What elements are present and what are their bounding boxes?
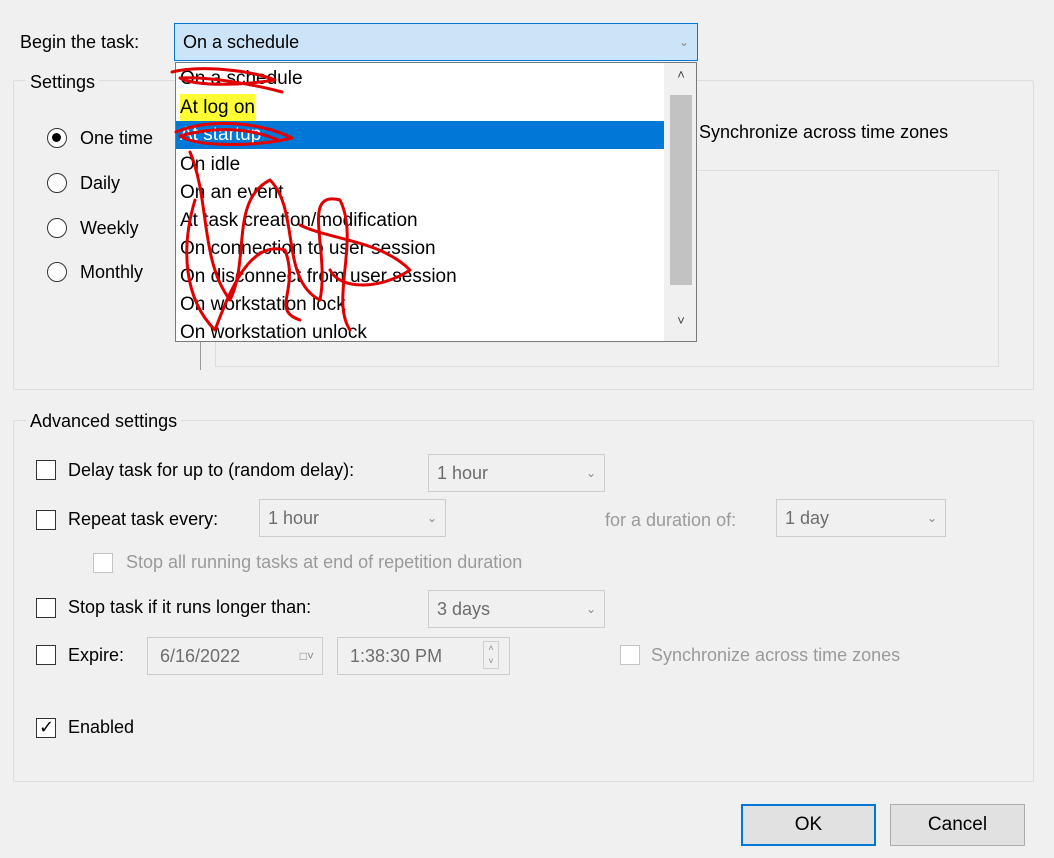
- enabled-checkbox[interactable]: ✓: [36, 717, 56, 738]
- radio-monthly[interactable]: [47, 262, 67, 282]
- sync-time-zones-label: Synchronize across time zones: [699, 122, 949, 142]
- scroll-down-icon[interactable]: ˅: [665, 313, 696, 328]
- stop-longer-select[interactable]: 3 days ⌄: [428, 590, 605, 628]
- delay-checkbox[interactable]: [36, 460, 56, 480]
- radio-one-time[interactable]: [47, 128, 67, 148]
- expire-sync-label: Synchronize across time zones: [651, 645, 901, 665]
- checkmark-icon: ✓: [39, 717, 55, 737]
- delay-label: Delay task for up to (random delay):: [68, 460, 355, 480]
- dropdown-option[interactable]: On workstation lock: [180, 291, 346, 319]
- dropdown-option[interactable]: On workstation unlock: [180, 319, 367, 341]
- calendar-icon: □˅: [299, 649, 314, 663]
- repeat-value: 1 hour: [268, 508, 320, 528]
- expire-checkbox[interactable]: [36, 645, 56, 665]
- chevron-down-icon: ⌄: [678, 35, 689, 49]
- dropdown-option-highlighted[interactable]: At log on: [180, 94, 255, 122]
- chevron-down-icon: ⌄: [426, 511, 437, 525]
- dropdown-scrollbar[interactable]: ˄ ˅: [664, 63, 696, 341]
- begin-task-dropdown-list[interactable]: On a schedule At log on At startup On id…: [175, 62, 697, 342]
- radio-daily[interactable]: [47, 173, 67, 193]
- enabled-label: Enabled: [68, 717, 135, 737]
- stop-all-label: Stop all running tasks at end of repetit…: [126, 552, 523, 572]
- dropdown-option-selected[interactable]: At startup: [176, 121, 666, 149]
- dropdown-option[interactable]: On an event: [180, 179, 284, 207]
- dropdown-option[interactable]: On disconnect from user session: [180, 263, 457, 291]
- chevron-down-icon: ⌄: [585, 602, 596, 616]
- cancel-button[interactable]: Cancel: [890, 804, 1025, 846]
- stop-longer-value: 3 days: [437, 599, 491, 619]
- delay-select[interactable]: 1 hour ⌄: [428, 454, 605, 492]
- stop-longer-checkbox[interactable]: [36, 598, 56, 618]
- expire-label: Expire:: [68, 645, 125, 665]
- scrollbar-thumb[interactable]: [670, 95, 692, 285]
- radio-one-time-label: One time: [80, 128, 154, 148]
- delay-value: 1 hour: [437, 463, 489, 483]
- advanced-settings-title: Advanced settings: [26, 409, 182, 433]
- chevron-down-icon: ⌄: [926, 511, 937, 525]
- begin-task-select[interactable]: On a schedule ⌄: [174, 23, 698, 61]
- stop-longer-label: Stop task if it runs longer than:: [68, 597, 312, 617]
- stop-all-checkbox[interactable]: [93, 553, 113, 573]
- expire-time-picker[interactable]: 1:38:30 PM ˄ ˅: [337, 637, 510, 675]
- expire-sync-checkbox[interactable]: [620, 645, 640, 665]
- radio-daily-label: Daily: [80, 173, 121, 193]
- begin-task-label: Begin the task:: [20, 32, 140, 52]
- spinner-icon[interactable]: ˄ ˅: [483, 641, 499, 669]
- radio-weekly[interactable]: [47, 218, 67, 238]
- dropdown-option[interactable]: On idle: [180, 151, 240, 179]
- duration-select[interactable]: 1 day ⌄: [776, 499, 946, 537]
- repeat-select[interactable]: 1 hour ⌄: [259, 499, 446, 537]
- repeat-checkbox[interactable]: [36, 510, 56, 530]
- expire-date-value: 6/16/2022: [160, 646, 241, 666]
- repeat-label: Repeat task every:: [68, 509, 219, 529]
- chevron-down-icon: ⌄: [585, 466, 596, 480]
- dropdown-option[interactable]: At task creation/modification: [180, 207, 418, 235]
- expire-date-picker[interactable]: 6/16/2022 □˅: [147, 637, 323, 675]
- dropdown-option[interactable]: On connection to user session: [180, 235, 436, 263]
- dropdown-option[interactable]: On a schedule: [180, 65, 303, 93]
- radio-monthly-label: Monthly: [80, 262, 144, 282]
- expire-time-value: 1:38:30 PM: [350, 646, 443, 666]
- radio-weekly-label: Weekly: [80, 218, 139, 238]
- duration-label: for a duration of:: [605, 510, 737, 530]
- settings-title: Settings: [26, 70, 100, 94]
- begin-task-value: On a schedule: [183, 32, 300, 52]
- scroll-up-icon[interactable]: ˄: [665, 67, 696, 82]
- duration-value: 1 day: [785, 508, 830, 528]
- ok-button[interactable]: OK: [741, 804, 876, 846]
